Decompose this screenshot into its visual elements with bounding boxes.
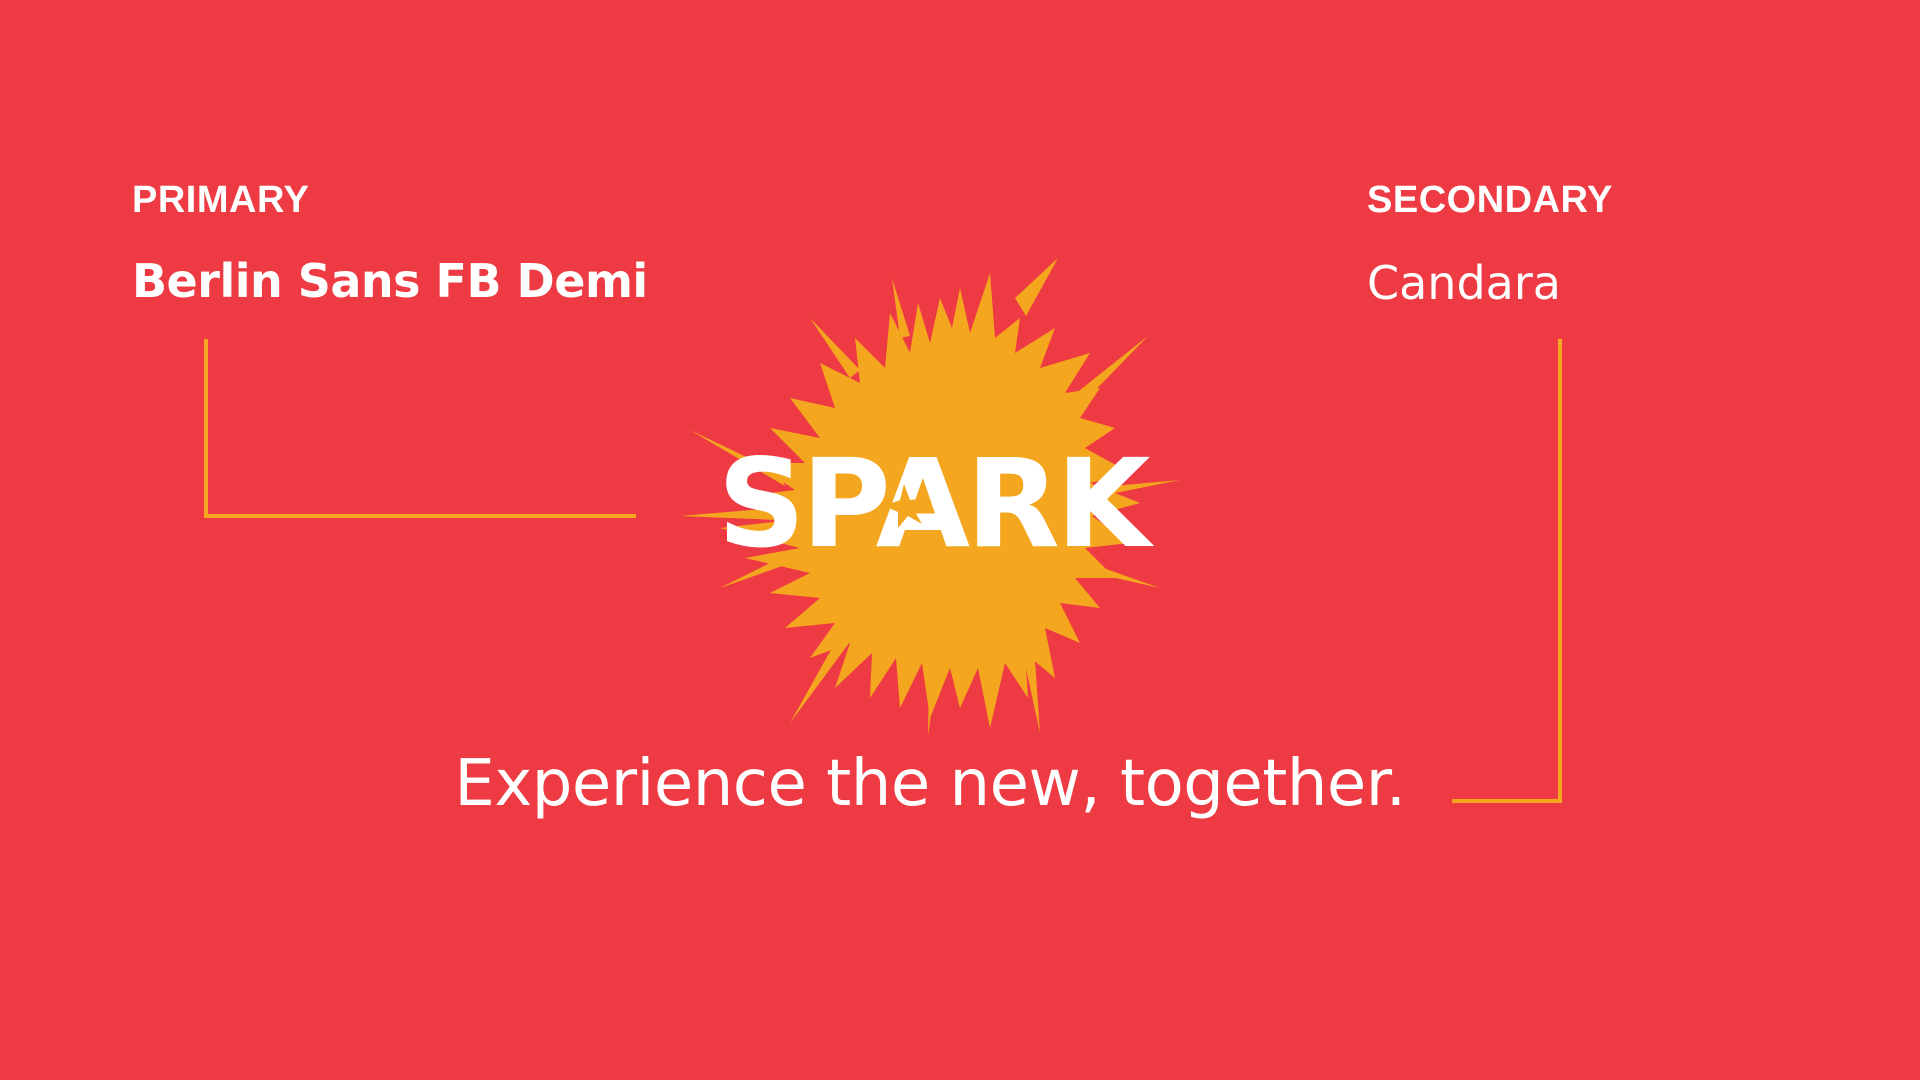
- secondary-font-name: Candara: [1367, 256, 1561, 310]
- secondary-connector-line: [1452, 339, 1562, 803]
- spark-wordmark: SPARK: [718, 433, 1155, 575]
- primary-font-label: PRIMARY: [132, 179, 310, 221]
- secondary-font-label: SECONDARY: [1367, 179, 1613, 221]
- spark-logo: SPARK: [680, 258, 1180, 736]
- primary-connector-line: [204, 339, 636, 518]
- tagline: Experience the new, together.: [454, 747, 1406, 821]
- primary-font-name: Berlin Sans FB Demi: [132, 254, 648, 308]
